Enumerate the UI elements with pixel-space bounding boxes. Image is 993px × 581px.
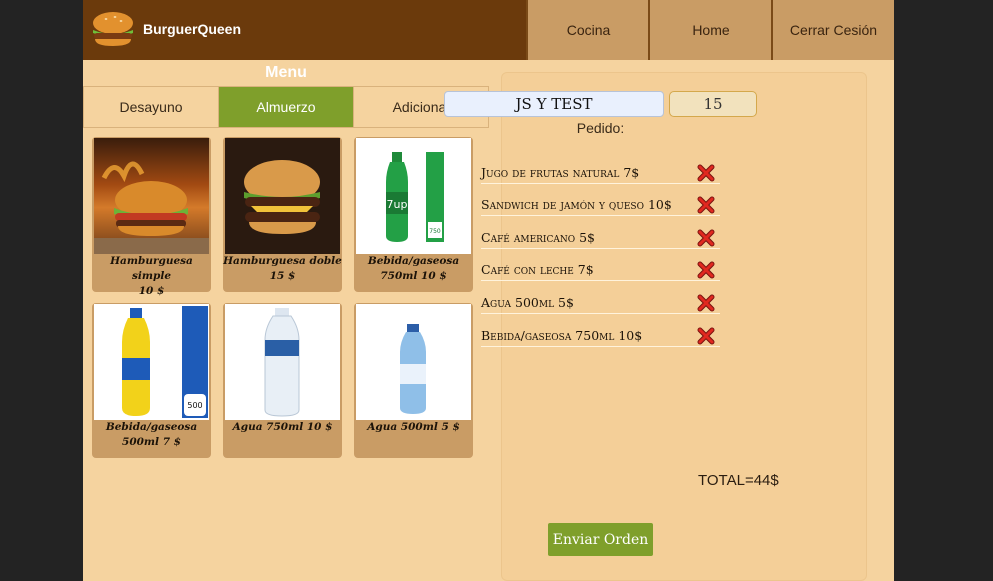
product-name: Bebida/gaseosa [105,421,198,433]
product-price: 10 $ [138,285,165,297]
product-card-bebida-500[interactable]: 500 Bebida/gaseosa 500ml 7 $ [92,303,211,458]
tab-almuerzo[interactable]: Almuerzo [219,87,354,127]
svg-text:7up: 7up [387,198,408,211]
order-item: Agua 500ml 5$ [481,292,720,314]
client-name-input[interactable] [444,91,664,117]
menu-title: Menu [265,64,307,81]
delete-item-icon[interactable] [697,327,715,345]
order-item-label: Café con leche 7$ [481,262,594,277]
order-item-label: Agua 500ml 5$ [481,295,574,310]
burger-icon [94,138,209,254]
order-item: Café con leche 7$ [481,259,720,281]
svg-text:500: 500 [187,401,202,410]
delete-item-icon[interactable] [697,196,715,214]
order-item: Sandwich de jamón y queso 10$ [481,194,720,216]
product-card-hamburguesa-simple[interactable]: Hamburguesa simple 10 $ [92,137,211,297]
order-item: Jugo de frutas natural 7$ [481,162,720,184]
delete-item-icon[interactable] [697,164,715,182]
svg-text:750: 750 [429,228,441,235]
product-card-agua-750[interactable]: Agua 750ml 10 $ [223,303,342,458]
menu-tabs: Desayuno Almuerzo Adicional [83,86,489,128]
water-bottle-icon [356,304,471,420]
order-item-label: Sandwich de jamón y queso 10$ [481,197,672,212]
product-card-hamburguesa-doble[interactable]: Hamburguesa doble 15 $ [223,137,342,292]
nav-logout-button[interactable]: Cerrar Cesión [771,0,894,60]
burger-icon [225,138,340,254]
order-total: TOTAL=44$ [698,472,779,489]
header-bar: BurguerQueen Cocina Home Cerrar Cesión [83,0,894,60]
table-number-input[interactable] [669,91,757,117]
order-item-label: Café americano 5$ [481,230,595,245]
product-card-agua-500[interactable]: Agua 500ml 5 $ [354,303,473,458]
send-order-button[interactable]: Enviar Orden [548,523,653,556]
delete-item-icon[interactable] [697,294,715,312]
nav-home-button[interactable]: Home [648,0,772,60]
delete-item-icon[interactable] [697,229,715,247]
product-name: Hamburguesa simple [110,255,193,282]
product-name: Hamburguesa doble [223,255,342,267]
product-card-bebida-750[interactable]: 7up 750 Bebida/gaseosa 750ml 10 $ [354,137,473,292]
delete-item-icon[interactable] [697,261,715,279]
product-name: Agua 750ml 10 $ [232,421,333,433]
brand-name: BurguerQueen [143,21,242,37]
order-item-label: Bebida/gaseosa 750ml 10$ [481,328,643,343]
order-item: Café americano 5$ [481,227,720,249]
green-soda-bottle-icon: 7up 750 [356,138,471,254]
water-bottle-icon [225,304,340,420]
tab-desayuno[interactable]: Desayuno [84,87,219,127]
burger-logo-icon [93,12,133,46]
product-price: 500ml 7 $ [122,436,181,448]
app-window: BurguerQueen Cocina Home Cerrar Cesión M… [83,0,894,581]
nav-cocina-button[interactable]: Cocina [526,0,649,60]
product-price: 15 $ [269,270,296,282]
product-name: Agua 500ml 5 $ [367,421,460,433]
product-name: Bebida/gaseosa [367,255,460,267]
order-item-label: Jugo de frutas natural 7$ [481,165,640,180]
yellow-soda-bottle-icon: 500 [94,304,209,420]
order-item: Bebida/gaseosa 750ml 10$ [481,325,720,347]
product-price: 750ml 10 $ [380,270,447,282]
order-label: Pedido: [576,120,625,136]
